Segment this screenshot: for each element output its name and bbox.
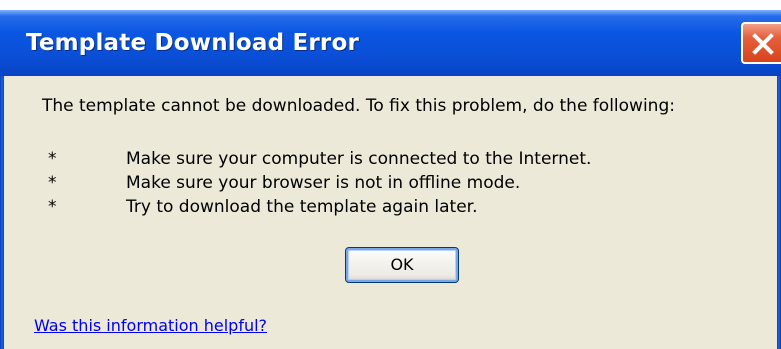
template-download-error-dialog: Template Download Error The template can…: [0, 0, 781, 349]
list-item: * Make sure your computer is connected t…: [4, 149, 777, 173]
title-bar[interactable]: Template Download Error: [0, 10, 781, 76]
bullet-text: Make sure your computer is connected to …: [126, 149, 592, 169]
window-border-right: [777, 76, 781, 349]
bullet-text: Make sure your browser is not in offline…: [126, 173, 521, 193]
bullet-marker: *: [48, 173, 57, 193]
bullet-text: Try to download the template again later…: [126, 197, 478, 217]
dialog-body: The template cannot be downloaded. To fi…: [4, 76, 777, 349]
help-feedback-link[interactable]: Was this information helpful?: [34, 316, 267, 335]
list-item: * Try to download the template again lat…: [4, 197, 777, 221]
bullet-marker: *: [48, 197, 57, 217]
window-title: Template Download Error: [26, 30, 360, 56]
error-message: The template cannot be downloaded. To fi…: [42, 96, 675, 116]
ok-button[interactable]: OK: [345, 247, 459, 283]
bullet-marker: *: [48, 149, 57, 169]
close-button[interactable]: [741, 22, 781, 64]
list-item: * Make sure your browser is not in offli…: [4, 173, 777, 197]
close-icon: [752, 33, 774, 55]
